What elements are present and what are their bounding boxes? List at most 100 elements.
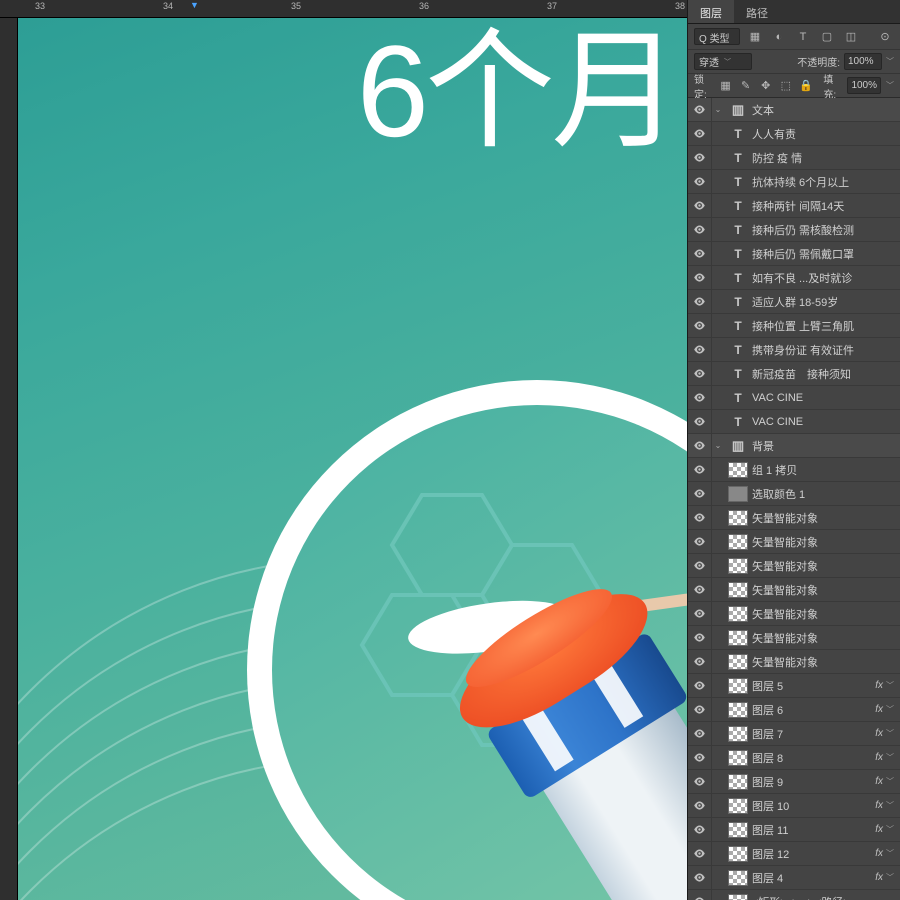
visibility-toggle[interactable]: [688, 458, 712, 482]
layer-item[interactable]: 图层 8fx﹀: [688, 746, 900, 770]
expand-toggle[interactable]: ⌄: [712, 441, 724, 450]
layer-name[interactable]: 矢量智能对象: [752, 582, 900, 598]
visibility-toggle[interactable]: [688, 434, 712, 458]
layer-item[interactable]: 图层 10fx﹀: [688, 794, 900, 818]
layer-name[interactable]: 携带身份证 有效证件: [752, 342, 900, 358]
fx-expand-icon[interactable]: ﹀: [886, 824, 900, 835]
visibility-toggle[interactable]: [688, 746, 712, 770]
layer-group[interactable]: ⌄▥文本: [688, 98, 900, 122]
layer-name[interactable]: 文本: [752, 102, 900, 118]
layer-name[interactable]: 人人有责: [752, 126, 900, 142]
layer-name[interactable]: 矢量智能对象: [752, 534, 900, 550]
layer-item[interactable]: 矢量智能对象: [688, 626, 900, 650]
tab-layers[interactable]: 图层: [688, 0, 734, 23]
fx-expand-icon[interactable]: ﹀: [886, 872, 900, 883]
visibility-toggle[interactable]: [688, 146, 712, 170]
layer-name[interactable]: <矩形> +...+ <路径>: [752, 894, 900, 900]
layer-item[interactable]: TVAC CINE: [688, 386, 900, 410]
visibility-toggle[interactable]: [688, 530, 712, 554]
visibility-toggle[interactable]: [688, 122, 712, 146]
fx-badge[interactable]: fx: [875, 776, 886, 787]
layer-name[interactable]: 选取颜色 1: [752, 486, 900, 502]
filter-shape-icon[interactable]: ▢: [818, 28, 836, 46]
visibility-toggle[interactable]: [688, 554, 712, 578]
layer-item[interactable]: 矢量智能对象: [688, 578, 900, 602]
layer-item[interactable]: 图层 6fx﹀: [688, 698, 900, 722]
lock-position-icon[interactable]: ✥: [758, 77, 773, 95]
layer-name[interactable]: 如有不良 ...及时就诊: [752, 270, 900, 286]
lock-brush-icon[interactable]: ✎: [738, 77, 753, 95]
layer-name[interactable]: 组 1 拷贝: [752, 462, 900, 478]
visibility-toggle[interactable]: [688, 506, 712, 530]
fx-badge[interactable]: fx: [875, 824, 886, 835]
layer-item[interactable]: T携带身份证 有效证件: [688, 338, 900, 362]
visibility-toggle[interactable]: [688, 722, 712, 746]
layer-item[interactable]: 选取颜色 1: [688, 482, 900, 506]
visibility-toggle[interactable]: [688, 386, 712, 410]
filter-text-icon[interactable]: T: [794, 28, 812, 46]
layer-item[interactable]: T接种后仍 需佩戴口罩: [688, 242, 900, 266]
layer-name[interactable]: 接种后仍 需核酸检测: [752, 222, 900, 238]
visibility-toggle[interactable]: [688, 362, 712, 386]
layer-name[interactable]: 接种两针 间隔14天: [752, 198, 900, 214]
filter-adjust-icon[interactable]: ◐: [770, 28, 788, 46]
layer-item[interactable]: 矢量智能对象: [688, 554, 900, 578]
ruler-horizontal[interactable]: ▼ 333435363738: [0, 0, 687, 18]
filter-smart-icon[interactable]: ◫: [842, 28, 860, 46]
layer-name[interactable]: 图层 11: [752, 822, 875, 838]
layer-name[interactable]: 防控 疫 情: [752, 150, 900, 166]
fx-expand-icon[interactable]: ﹀: [886, 728, 900, 739]
layer-item[interactable]: 图层 5fx﹀: [688, 674, 900, 698]
visibility-toggle[interactable]: [688, 314, 712, 338]
layer-item[interactable]: T如有不良 ...及时就诊: [688, 266, 900, 290]
visibility-toggle[interactable]: [688, 482, 712, 506]
layer-item[interactable]: 图层 11fx﹀: [688, 818, 900, 842]
visibility-toggle[interactable]: [688, 290, 712, 314]
layer-item[interactable]: 图层 9fx﹀: [688, 770, 900, 794]
visibility-toggle[interactable]: [688, 242, 712, 266]
visibility-toggle[interactable]: [688, 578, 712, 602]
filter-toggle-icon[interactable]: ⊙: [876, 28, 894, 46]
layer-name[interactable]: 适应人群 18-59岁: [752, 294, 900, 310]
visibility-toggle[interactable]: [688, 770, 712, 794]
visibility-toggle[interactable]: [688, 626, 712, 650]
visibility-toggle[interactable]: [688, 794, 712, 818]
chevron-down-icon[interactable]: ﹀: [886, 80, 894, 91]
layer-name[interactable]: 接种后仍 需佩戴口罩: [752, 246, 900, 262]
layer-name[interactable]: 图层 9: [752, 774, 875, 790]
lock-all-icon[interactable]: 🔒: [798, 77, 813, 95]
visibility-toggle[interactable]: [688, 98, 712, 122]
blend-mode-dropdown[interactable]: 穿透: [694, 53, 752, 70]
layer-item[interactable]: 矢量智能对象: [688, 506, 900, 530]
ruler-vertical[interactable]: [0, 18, 18, 900]
layer-item[interactable]: T适应人群 18-59岁: [688, 290, 900, 314]
fx-badge[interactable]: fx: [875, 800, 886, 811]
filter-pixel-icon[interactable]: ▦: [746, 28, 764, 46]
layer-name[interactable]: 抗体持续 6个月以上: [752, 174, 900, 190]
layer-item[interactable]: 图层 4fx﹀: [688, 866, 900, 890]
fx-expand-icon[interactable]: ﹀: [886, 848, 900, 859]
layer-item[interactable]: T接种位置 上臂三角肌: [688, 314, 900, 338]
fx-badge[interactable]: fx: [875, 848, 886, 859]
layer-item[interactable]: T人人有责: [688, 122, 900, 146]
fx-badge[interactable]: fx: [875, 872, 886, 883]
layer-item[interactable]: 组 1 拷贝: [688, 458, 900, 482]
visibility-toggle[interactable]: [688, 698, 712, 722]
expand-toggle[interactable]: ⌄: [712, 105, 724, 114]
layer-name[interactable]: 图层 12: [752, 846, 875, 862]
fx-expand-icon[interactable]: ﹀: [886, 752, 900, 763]
visibility-toggle[interactable]: [688, 170, 712, 194]
visibility-toggle[interactable]: [688, 866, 712, 890]
fx-badge[interactable]: fx: [875, 728, 886, 739]
layer-name[interactable]: 背景: [752, 438, 900, 454]
visibility-toggle[interactable]: [688, 818, 712, 842]
layer-name[interactable]: 图层 4: [752, 870, 875, 886]
layer-name[interactable]: 矢量智能对象: [752, 510, 900, 526]
fx-expand-icon[interactable]: ﹀: [886, 680, 900, 691]
visibility-toggle[interactable]: [688, 194, 712, 218]
visibility-toggle[interactable]: [688, 218, 712, 242]
layer-list[interactable]: ⌄▥文本T人人有责T防控 疫 情T抗体持续 6个月以上T接种两针 间隔14天T接…: [688, 98, 900, 900]
layer-item[interactable]: TVAC CINE: [688, 410, 900, 434]
layer-name[interactable]: 矢量智能对象: [752, 606, 900, 622]
layer-item[interactable]: 矢量智能对象: [688, 530, 900, 554]
